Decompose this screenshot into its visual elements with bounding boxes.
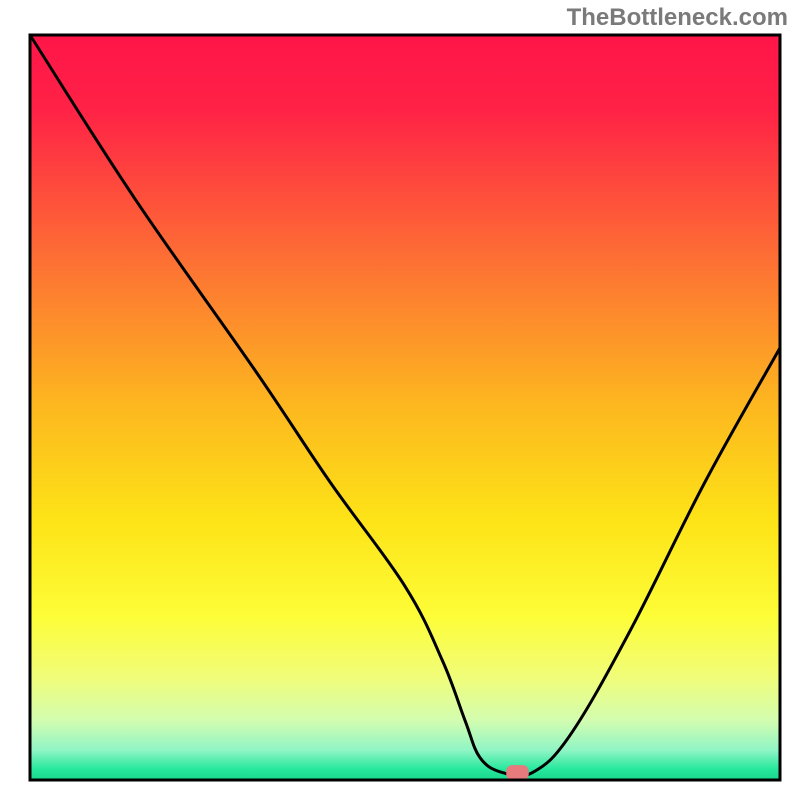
bottleneck-chart [0, 0, 800, 800]
chart-root: TheBottleneck.com [0, 0, 800, 800]
plot-background [30, 35, 780, 780]
watermark-text: TheBottleneck.com [567, 4, 788, 32]
minimum-marker [506, 765, 529, 780]
